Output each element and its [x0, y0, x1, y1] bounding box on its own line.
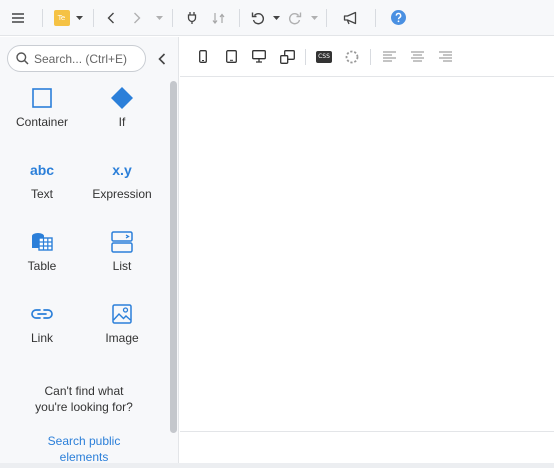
element-container[interactable]: Container	[0, 81, 84, 141]
back-icon	[107, 12, 114, 23]
back-button[interactable]	[100, 0, 122, 36]
megaphone-icon	[343, 11, 357, 24]
diamond-icon	[111, 87, 133, 109]
css-button[interactable]: CSS	[310, 37, 338, 77]
search-input[interactable]	[34, 51, 144, 66]
chevron-down-icon	[310, 15, 318, 20]
page-badge: Te	[53, 9, 70, 26]
element-label: Image	[105, 331, 139, 345]
chevron-down-icon	[272, 15, 280, 20]
forward-icon	[134, 12, 141, 23]
responsive-icon	[279, 49, 295, 64]
horizontal-scroll-area	[0, 463, 554, 468]
responsive-view-button[interactable]	[273, 37, 301, 77]
element-link[interactable]: Link	[0, 297, 84, 357]
element-label: Expression	[92, 187, 152, 201]
toolbar-separator	[239, 8, 240, 27]
align-center-button[interactable]	[403, 37, 431, 77]
align-right-button[interactable]	[431, 37, 459, 77]
table-icon	[32, 233, 53, 251]
chevron-left-icon	[158, 53, 166, 65]
sort-button[interactable]	[205, 0, 233, 36]
element-expression[interactable]: x.y Expression	[80, 153, 164, 213]
page-selector[interactable]: Te	[49, 0, 87, 36]
menu-icon	[12, 12, 24, 23]
align-left-icon	[382, 51, 396, 62]
plug-icon	[187, 11, 197, 24]
element-label: If	[118, 115, 126, 129]
tablet-view-button[interactable]	[217, 37, 245, 77]
toolbar-separator	[172, 8, 173, 27]
chevron-down-icon	[75, 15, 83, 20]
element-label: Container	[15, 115, 69, 129]
toolbar-separator	[305, 48, 306, 65]
css-icon: CSS	[316, 50, 332, 63]
align-right-icon	[438, 51, 452, 62]
plugins-button[interactable]	[179, 0, 205, 36]
search-box	[7, 45, 146, 72]
tablet-icon	[225, 50, 237, 63]
text-icon: abc	[29, 162, 55, 178]
redo-icon	[288, 12, 302, 24]
history-dropdown[interactable]	[152, 0, 166, 36]
undo-button[interactable]	[246, 0, 270, 36]
square-icon	[32, 88, 52, 108]
design-canvas[interactable]	[180, 78, 554, 431]
element-label: Table	[27, 259, 57, 273]
sidebar-scrollbar[interactable]	[170, 81, 177, 433]
toolbar-separator	[42, 8, 43, 27]
element-text[interactable]: abc Text	[0, 153, 84, 213]
loading-icon	[345, 50, 359, 63]
chevron-down-icon	[155, 15, 163, 20]
redo-button[interactable]	[282, 0, 308, 36]
sort-icon	[212, 12, 225, 24]
elements-sidebar: Container If abc Text x.y Expression Tab…	[0, 37, 179, 468]
mobile-view-button[interactable]	[189, 37, 217, 77]
canvas-toolbar: CSS	[180, 37, 554, 77]
expression-icon: x.y	[112, 162, 132, 178]
element-table[interactable]: Table	[0, 225, 84, 285]
element-label: Link	[30, 331, 53, 345]
undo-icon	[251, 12, 265, 24]
toolbar-separator	[93, 8, 94, 27]
search-public-elements-link[interactable]: Search public elements	[0, 433, 168, 465]
search-icon	[16, 52, 29, 65]
collapse-sidebar-button[interactable]	[155, 52, 169, 66]
align-center-icon	[410, 51, 424, 62]
menu-button[interactable]	[0, 0, 36, 36]
undo-history-dropdown[interactable]	[270, 0, 282, 36]
image-icon	[112, 304, 132, 324]
element-list[interactable]: List	[80, 225, 164, 285]
loading-state-button[interactable]	[338, 37, 366, 77]
help-icon	[390, 10, 406, 25]
link-icon	[31, 309, 53, 319]
list-icon	[111, 231, 133, 253]
not-found-text: Can't find what you're looking for?	[35, 384, 133, 414]
desktop-icon	[252, 50, 266, 63]
toolbar-separator	[375, 8, 376, 27]
help-button[interactable]	[382, 0, 414, 36]
element-if[interactable]: If	[80, 81, 164, 141]
element-label: Text	[30, 187, 53, 201]
mobile-icon	[199, 50, 207, 63]
announcements-button[interactable]	[333, 0, 369, 36]
toolbar-separator	[370, 48, 371, 65]
desktop-view-button[interactable]	[245, 37, 273, 77]
align-left-button[interactable]	[375, 37, 403, 77]
toolbar-separator	[326, 8, 327, 27]
redo-history-dropdown[interactable]	[308, 0, 320, 36]
top-toolbar: Te	[0, 0, 554, 36]
element-image[interactable]: Image	[80, 297, 164, 357]
element-label: List	[112, 259, 132, 273]
forward-button[interactable]	[122, 0, 152, 36]
